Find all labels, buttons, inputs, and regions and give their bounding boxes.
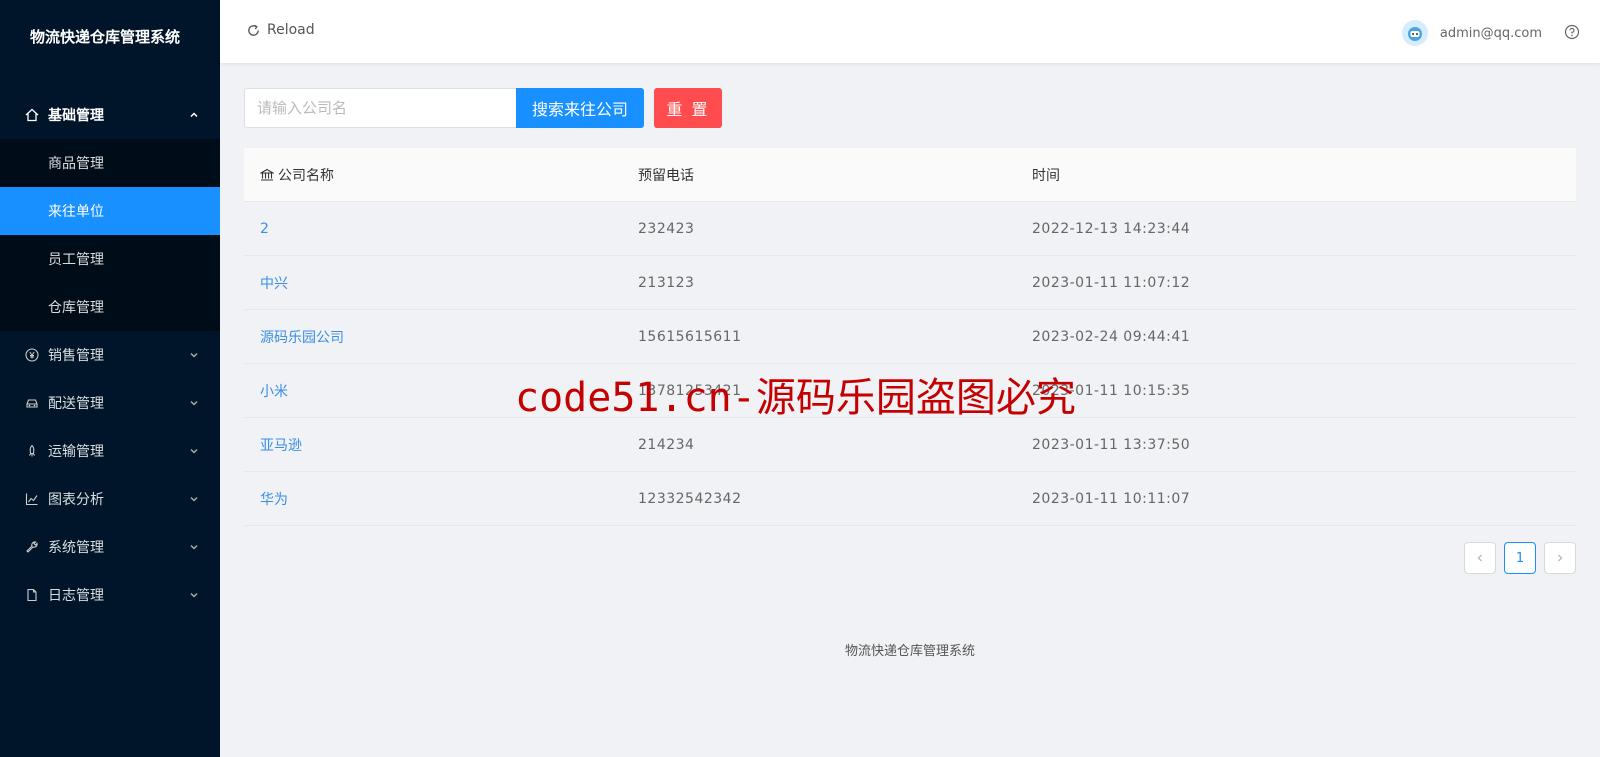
submenu-item-label: 商品管理 <box>48 156 104 172</box>
company-name-link[interactable]: 源码乐园公司 <box>260 327 344 347</box>
time-cell: 2023-01-11 13:37:50 <box>1032 436 1191 453</box>
column-header-company: 公司名称 <box>244 165 638 185</box>
submenu-basic: 商品管理 来往单位 员工管理 仓库管理 <box>0 139 220 331</box>
search-button[interactable]: 搜索来往公司 <box>516 88 644 128</box>
yen-circle-icon <box>24 347 40 363</box>
submenu-item-label: 仓库管理 <box>48 300 104 316</box>
chevron-down-icon <box>188 493 200 505</box>
partners-table: 公司名称 预留电话 时间 2 232423 2022-12-13 14:23:4… <box>244 148 1576 526</box>
sidebar: 物流快递仓库管理系统 基础管理 商品管理 来往单位 员工管理 仓库管理 销售管理… <box>0 0 220 757</box>
chevron-up-icon <box>188 109 200 121</box>
footer-text: 物流快递仓库管理系统 <box>844 644 975 659</box>
line-chart-icon <box>24 491 40 507</box>
tool-icon <box>24 539 40 555</box>
reload-icon <box>248 24 259 36</box>
chevron-down-icon <box>188 445 200 457</box>
menu-group-delivery[interactable]: 配送管理 <box>0 379 220 427</box>
reset-button[interactable]: 重 置 <box>654 88 722 128</box>
phone-cell: 12332542342 <box>638 490 742 507</box>
user-email: admin@qq.com <box>1439 25 1542 41</box>
company-name-link[interactable]: 亚马逊 <box>260 435 302 455</box>
company-name-link[interactable]: 2 <box>260 221 269 237</box>
reload-label: Reload <box>267 22 315 38</box>
submenu-item-employees[interactable]: 员工管理 <box>0 235 220 283</box>
time-cell: 2023-02-24 09:44:41 <box>1032 328 1191 345</box>
rocket-icon <box>24 443 40 459</box>
menu-group-system[interactable]: 系统管理 <box>0 523 220 571</box>
table-row: 亚马逊 214234 2023-01-11 13:37:50 <box>244 418 1576 472</box>
menu-group-sales[interactable]: 销售管理 <box>0 331 220 379</box>
table-row: 源码乐园公司 15615615611 2023-02-24 09:44:41 <box>244 310 1576 364</box>
time-cell: 2023-01-11 10:11:07 <box>1032 490 1191 507</box>
table-row: 华为 12332542342 2023-01-11 10:11:07 <box>244 472 1576 526</box>
search-bar: 搜索来往公司 重 置 <box>244 88 1576 128</box>
table-row: 小米 13781253421 2023-01-11 10:15:35 <box>244 364 1576 418</box>
submenu-item-label: 员工管理 <box>48 252 104 268</box>
avatar <box>1401 20 1428 46</box>
menu-group-basic[interactable]: 基础管理 <box>0 91 220 139</box>
menu-group-transport[interactable]: 运输管理 <box>0 427 220 475</box>
chevron-down-icon <box>188 349 200 361</box>
table-header: 公司名称 预留电话 时间 <box>244 148 1576 202</box>
chevron-down-icon <box>188 589 200 601</box>
menu-group-label: 图表分析 <box>48 492 104 508</box>
file-icon <box>24 587 40 603</box>
table-row: 2 232423 2022-12-13 14:23:44 <box>244 202 1576 256</box>
app-title: 物流快递仓库管理系统 <box>30 28 181 46</box>
phone-cell: 15615615611 <box>638 328 742 345</box>
column-header-time: 时间 <box>1032 167 1060 184</box>
submenu-item-label: 来往单位 <box>48 204 104 220</box>
chevron-down-icon <box>188 397 200 409</box>
company-search-input[interactable] <box>244 88 516 128</box>
page-number-button[interactable]: 1 <box>1504 542 1536 574</box>
submenu-item-goods[interactable]: 商品管理 <box>0 139 220 187</box>
chevron-right-icon <box>1558 554 1563 562</box>
phone-cell: 13781253421 <box>638 382 742 399</box>
menu-group-label: 系统管理 <box>48 540 104 556</box>
column-header-label: 公司名称 <box>278 167 334 184</box>
user-menu[interactable]: admin@qq.com <box>1401 20 1542 46</box>
prev-page-button[interactable] <box>1464 542 1496 574</box>
time-cell: 2022-12-13 14:23:44 <box>1032 220 1191 237</box>
bank-icon <box>260 168 274 181</box>
main-content: 搜索来往公司 重 置 公司名称 预留电话 时间 2 232423 2022-12… <box>244 88 1576 574</box>
company-name-link[interactable]: 中兴 <box>260 273 288 293</box>
pagination: 1 <box>1456 542 1576 574</box>
time-cell: 2023-01-11 10:15:35 <box>1032 382 1191 399</box>
menu-group-label: 销售管理 <box>48 348 104 364</box>
home-icon <box>24 107 40 123</box>
menu-group-label: 配送管理 <box>48 396 104 412</box>
phone-cell: 213123 <box>638 274 695 291</box>
company-name-link[interactable]: 华为 <box>260 489 288 509</box>
next-page-button[interactable] <box>1544 542 1576 574</box>
chevron-down-icon <box>188 541 200 553</box>
table-row: 中兴 213123 2023-01-11 11:07:12 <box>244 256 1576 310</box>
menu-group-label: 运输管理 <box>48 444 104 460</box>
phone-cell: 232423 <box>638 220 695 237</box>
menu-group-label: 基础管理 <box>48 108 104 124</box>
company-name-link[interactable]: 小米 <box>260 381 288 401</box>
phone-cell: 214234 <box>638 436 695 453</box>
menu-group-label: 日志管理 <box>48 588 104 604</box>
menu-group-logs[interactable]: 日志管理 <box>0 571 220 619</box>
column-header-phone: 预留电话 <box>638 167 694 184</box>
submenu-item-partners[interactable]: 来往单位 <box>0 187 220 235</box>
car-icon <box>24 395 40 411</box>
submenu-item-warehouse[interactable]: 仓库管理 <box>0 283 220 331</box>
time-cell: 2023-01-11 11:07:12 <box>1032 274 1191 291</box>
reload-button[interactable]: Reload <box>246 22 315 38</box>
help-icon[interactable] <box>1564 24 1580 44</box>
top-header: Reload admin@qq.com <box>220 0 1600 63</box>
menu-group-charts[interactable]: 图表分析 <box>0 475 220 523</box>
chevron-left-icon <box>1477 554 1482 562</box>
